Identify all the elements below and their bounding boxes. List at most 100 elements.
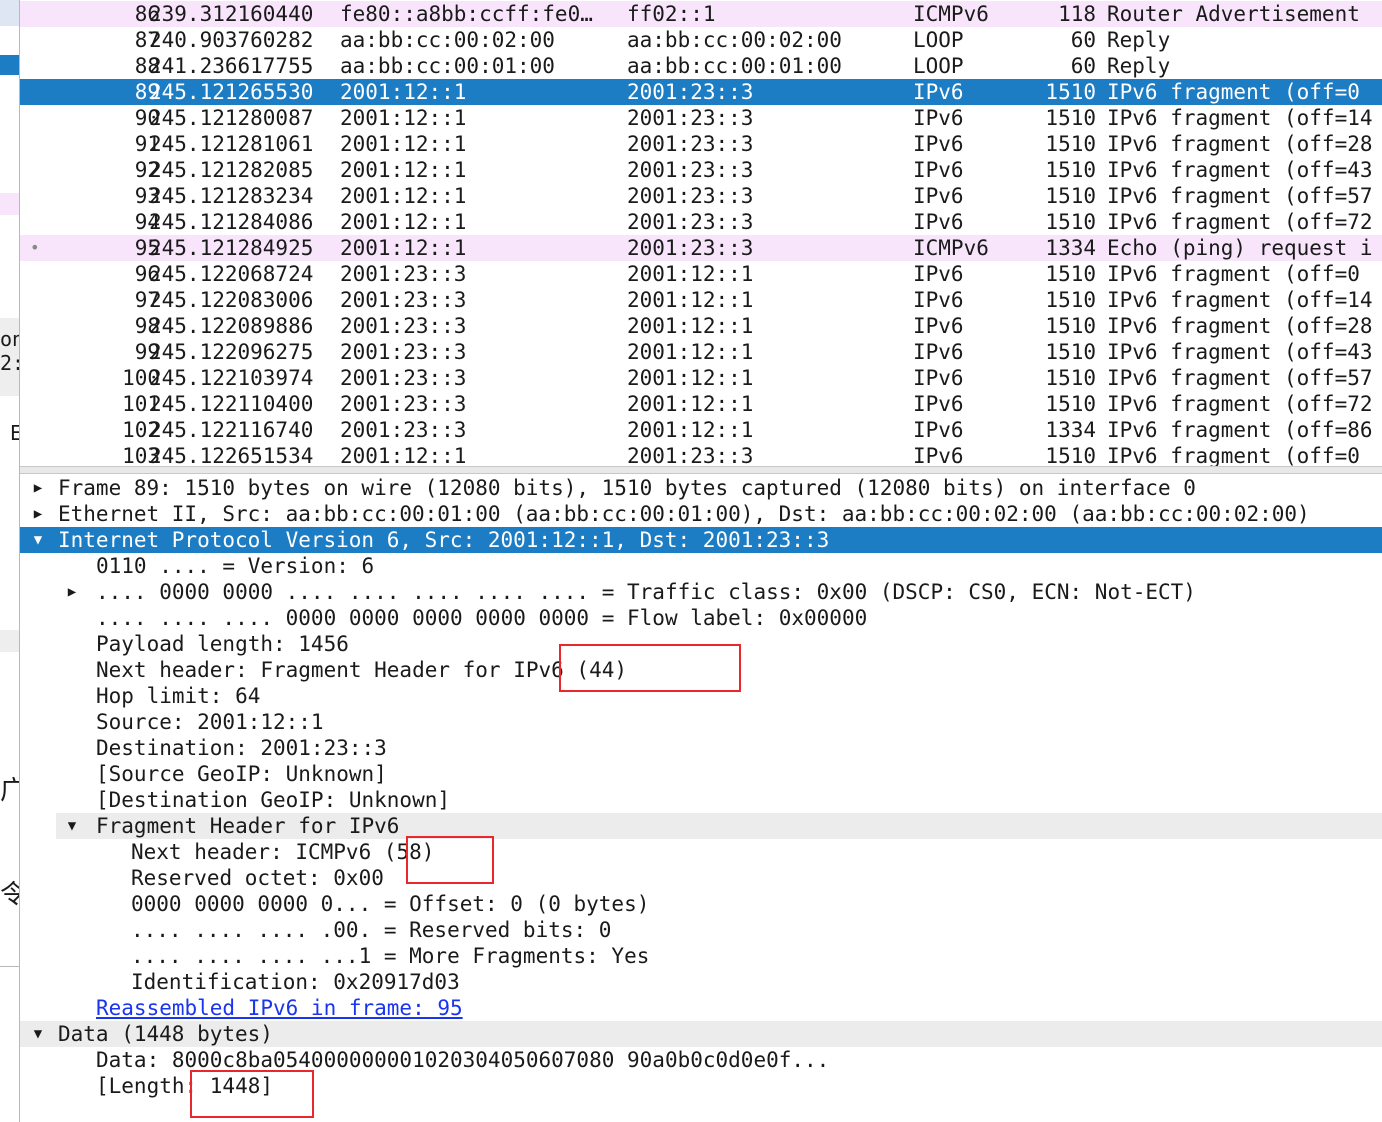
packet-src-cell: 2001:12::1 — [340, 132, 467, 156]
detail-row[interactable]: [Destination GeoIP: Unknown] — [20, 787, 1382, 813]
packet-details-tree[interactable]: ▶ Frame 89: 1510 bytes on wire (12080 bit… — [20, 474, 1382, 1122]
packet-info-cell: IPv6 fragment (off=28 — [1107, 132, 1373, 156]
packet-len-cell: 60 — [1070, 54, 1096, 78]
packet-proto-cell: IPv6 — [913, 444, 964, 466]
packet-row[interactable]: 93 245.121283234 2001:12::1 2001:23::3 IPv6 1… — [20, 183, 1382, 209]
packet-src-cell: fe80::a8bb:ccff:fe0… — [340, 2, 593, 26]
detail-row[interactable]: ▶ Ethernet II, Src: aa:bb:cc:00:01:00 (aa… — [20, 501, 1382, 527]
packet-row[interactable]: 89 245.121265530 2001:12::1 2001:23::3 IPv6 1… — [20, 79, 1382, 105]
detail-row[interactable]: Reassembled IPv6 in frame: 95 — [20, 995, 1382, 1021]
expand-right-icon[interactable]: ▶ — [28, 475, 48, 501]
left-strip-text-2: 2: — [0, 351, 19, 375]
packet-time-cell: 245.121283234 — [149, 184, 314, 208]
packet-proto-cell: ICMPv6 — [913, 236, 989, 260]
packet-len-cell: 1510 — [1045, 444, 1096, 466]
detail-text: Destination: 2001:23::3 — [96, 736, 387, 760]
detail-row[interactable]: Source: 2001:12::1 — [20, 709, 1382, 735]
detail-text: 0110 .... = Version: 6 — [96, 554, 375, 578]
detail-row[interactable]: Next header: ICMPv6 (58) — [20, 839, 1382, 865]
packet-proto-cell: IPv6 — [913, 158, 964, 182]
packet-time-cell: 245.122116740 — [149, 418, 314, 442]
detail-text: Source: 2001:12::1 — [96, 710, 324, 734]
detail-row[interactable]: 0000 0000 0000 0... = Offset: 0 (0 bytes… — [20, 891, 1382, 917]
detail-row[interactable]: [Source GeoIP: Unknown] — [20, 761, 1382, 787]
packet-row[interactable]: 88 241.236617755 aa:bb:cc:00:01:00 aa:bb:cc… — [20, 53, 1382, 79]
packet-time-cell: 245.122089886 — [149, 314, 314, 338]
packet-row[interactable]: 87 240.903760282 aa:bb:cc:00:02:00 aa:bb:cc… — [20, 27, 1382, 53]
packet-info-cell: IPv6 fragment (off=14 — [1107, 288, 1373, 312]
packet-time-cell: 241.236617755 — [149, 54, 314, 78]
packet-proto-cell: IPv6 — [913, 366, 964, 390]
packet-dst-cell: 2001:23::3 — [627, 210, 754, 234]
detail-row[interactable]: Destination: 2001:23::3 — [20, 735, 1382, 761]
expand-right-icon[interactable]: ▶ — [62, 579, 82, 605]
packet-proto-cell: IPv6 — [913, 210, 964, 234]
packet-info-cell: IPv6 fragment (off=86 — [1107, 418, 1373, 442]
packet-info-cell: IPv6 fragment (off=57 — [1107, 184, 1373, 208]
left-strip-row — [0, 193, 19, 215]
reassembled-frame-link[interactable]: Reassembled IPv6 in frame: 95 — [96, 995, 463, 1021]
expand-down-icon[interactable]: ▼ — [62, 813, 82, 839]
detail-text: [Destination GeoIP: Unknown] — [96, 788, 451, 812]
packet-len-cell: 1510 — [1045, 288, 1096, 312]
packet-time-cell: 245.121284086 — [149, 210, 314, 234]
packet-row[interactable]: 86 239.312160440 fe80::a8bb:ccff:fe0… ff02:… — [20, 1, 1382, 27]
packet-proto-cell: IPv6 — [913, 288, 964, 312]
packet-info-cell: IPv6 fragment (off=43 — [1107, 158, 1373, 182]
packet-dst-cell: 2001:23::3 — [627, 106, 754, 130]
detail-text: [Source GeoIP: Unknown] — [96, 762, 387, 786]
packet-time-cell: 245.121282085 — [149, 158, 314, 182]
packet-row[interactable]: 92 245.121282085 2001:12::1 2001:23::3 IPv6 1… — [20, 157, 1382, 183]
packet-row[interactable]: 99 245.122096275 2001:23::3 2001:12::1 IPv6 1… — [20, 339, 1382, 365]
expand-down-icon[interactable]: ▼ — [28, 527, 48, 553]
packet-src-cell: 2001:23::3 — [340, 366, 467, 390]
detail-row[interactable]: Reserved octet: 0x00 — [20, 865, 1382, 891]
packet-proto-cell: IPv6 — [913, 132, 964, 156]
packet-src-cell: 2001:12::1 — [340, 106, 467, 130]
detail-row[interactable]: .... .... .... ...1 = More Fragments: Ye… — [20, 943, 1382, 969]
packet-proto-cell: IPv6 — [913, 340, 964, 364]
left-strip-selection — [0, 55, 19, 75]
detail-row[interactable]: .... .... .... 0000 0000 0000 0000 0000 … — [20, 605, 1382, 631]
packet-time-cell: 245.121265530 — [149, 80, 314, 104]
highlight-length-1448 — [190, 1070, 314, 1118]
packet-row[interactable]: 102 245.122116740 2001:23::3 2001:12::1 IPv6… — [20, 417, 1382, 443]
detail-row[interactable]: ▼ Fragment Header for IPv6 — [56, 813, 1382, 839]
left-strip-text-3: E — [10, 420, 19, 446]
packet-dst-cell: 2001:12::1 — [627, 288, 754, 312]
packet-row[interactable]: 101 245.122110400 2001:23::3 2001:12::1 IPv6… — [20, 391, 1382, 417]
packet-info-cell: IPv6 fragment (off=72 — [1107, 210, 1373, 234]
expand-down-icon[interactable]: ▼ — [28, 1021, 48, 1047]
packet-row[interactable]: 98 245.122089886 2001:23::3 2001:12::1 IPv6 1… — [20, 313, 1382, 339]
packet-list[interactable]: 86 239.312160440 fe80::a8bb:ccff:fe0… ff02:… — [20, 0, 1382, 466]
detail-row[interactable]: Identification: 0x20917d03 — [20, 969, 1382, 995]
packet-no-cell: 90 — [134, 106, 160, 130]
packet-proto-cell: IPv6 — [913, 392, 964, 416]
packet-row[interactable]: 91 245.121281061 2001:12::1 2001:23::3 IPv6 1… — [20, 131, 1382, 157]
packet-src-cell: 2001:12::1 — [340, 444, 467, 466]
packet-dst-cell: 2001:12::1 — [627, 366, 754, 390]
packet-dst-cell: ff02::1 — [627, 2, 716, 26]
packet-time-cell: 245.121281061 — [149, 132, 314, 156]
pane-splitter[interactable] — [20, 466, 1382, 474]
packet-row[interactable]: • 95 245.121284925 2001:12::1 2001:23::3 ICMP… — [20, 235, 1382, 261]
packet-row[interactable]: 94 245.121284086 2001:12::1 2001:23::3 IPv6 1… — [20, 209, 1382, 235]
detail-text: Internet Protocol Version 6, Src: 2001:1… — [58, 528, 830, 552]
expand-right-icon[interactable]: ▶ — [28, 501, 48, 527]
related-packet-mark: • — [30, 238, 40, 257]
detail-row[interactable]: .... .... .... .00. = Reserved bits: 0 — [20, 917, 1382, 943]
detail-row[interactable]: ▼ Data (1448 bytes) — [20, 1021, 1382, 1047]
detail-row[interactable]: ▶ Frame 89: 1510 bytes on wire (12080 bit… — [20, 475, 1382, 501]
packet-row[interactable]: 96 245.122068724 2001:23::3 2001:12::1 IPv6 1… — [20, 261, 1382, 287]
detail-row[interactable]: ▼ Internet Protocol Version 6, Src: 2001:… — [20, 527, 1382, 553]
packet-src-cell: aa:bb:cc:00:02:00 — [340, 28, 555, 52]
detail-row[interactable]: ▶ .... 0000 0000 .... .... .... .... ....… — [20, 579, 1382, 605]
packet-no-cell: 97 — [134, 288, 160, 312]
packet-row[interactable]: 100 245.122103974 2001:23::3 2001:12::1 IPv6… — [20, 365, 1382, 391]
detail-row[interactable]: 0110 .... = Version: 6 — [20, 553, 1382, 579]
packet-dst-cell: 2001:12::1 — [627, 392, 754, 416]
packet-row[interactable]: 90 245.121280087 2001:12::1 2001:23::3 IPv6 1… — [20, 105, 1382, 131]
packet-row[interactable]: 97 245.122083006 2001:23::3 2001:12::1 IPv6 1… — [20, 287, 1382, 313]
detail-text: .... 0000 0000 .... .... .... .... .... … — [96, 580, 1196, 604]
packet-row[interactable]: 103 245.122651534 2001:12::1 2001:23::3 IPv6… — [20, 443, 1382, 466]
